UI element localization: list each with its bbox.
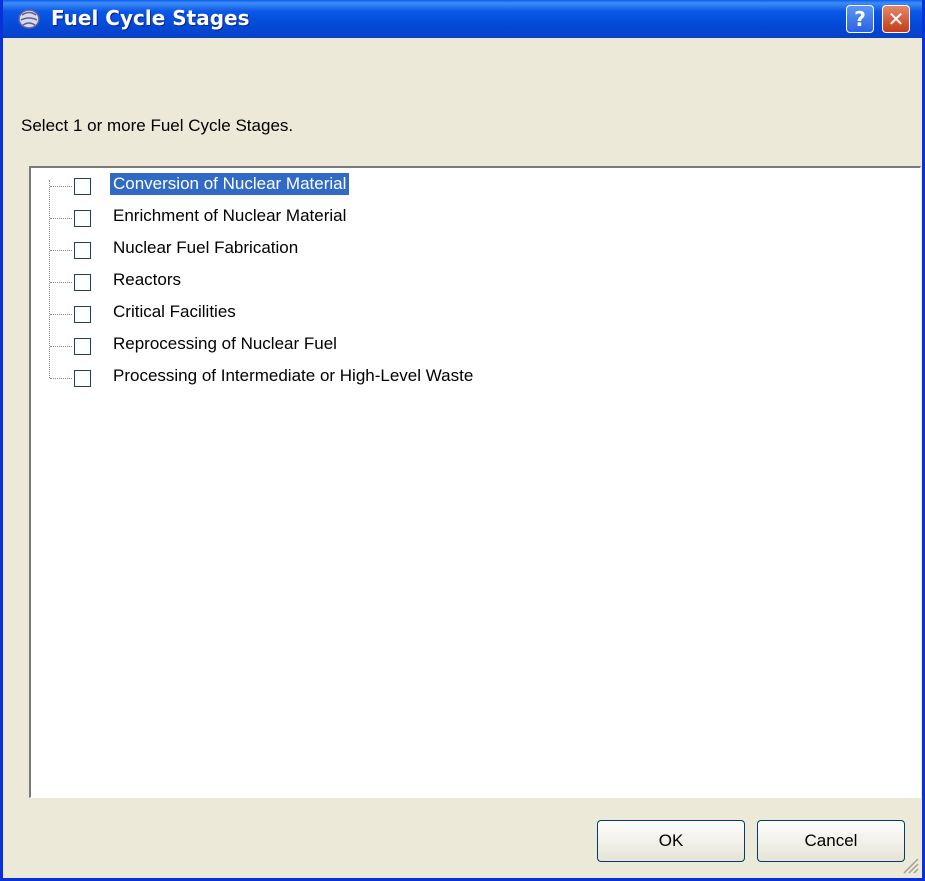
tree-branch-line [50,314,72,315]
tree-item-enrichment[interactable]: Enrichment of Nuclear Material [31,202,891,234]
stage-label[interactable]: Critical Facilities [110,301,239,323]
close-button[interactable]: ✕ [882,5,910,33]
title-bar[interactable]: Fuel Cycle Stages ? ✕ [3,0,922,38]
tree-item-critical-facilities[interactable]: Critical Facilities [31,298,891,330]
tree-branch-line [50,346,72,347]
tree-branch-line [50,186,72,187]
stage-label[interactable]: Processing of Intermediate or High-Level… [110,365,476,387]
instruction-text: Select 1 or more Fuel Cycle Stages. [21,116,294,135]
help-button[interactable]: ? [846,5,874,33]
stage-checkbox[interactable] [74,306,91,323]
resize-grip-icon[interactable] [901,856,919,874]
app-logo-icon [17,8,41,30]
stages-tree[interactable]: Conversion of Nuclear Material Enrichmen… [29,166,921,798]
stage-checkbox[interactable] [74,178,91,195]
tree-item-fuel-fabrication[interactable]: Nuclear Fuel Fabrication [31,234,891,266]
stage-checkbox[interactable] [74,370,91,387]
cancel-button[interactable]: Cancel [757,820,905,862]
tree-item-reactors[interactable]: Reactors [31,266,891,298]
tree-item-reprocessing[interactable]: Reprocessing of Nuclear Fuel [31,330,891,362]
tree-branch-line [50,282,72,283]
stage-checkbox[interactable] [74,242,91,259]
ok-button[interactable]: OK [597,820,745,862]
tree-item-waste-processing[interactable]: Processing of Intermediate or High-Level… [31,362,891,394]
window-title: Fuel Cycle Stages [51,6,250,30]
tree-branch-line [50,218,72,219]
stage-label[interactable]: Nuclear Fuel Fabrication [110,237,301,259]
stage-checkbox[interactable] [74,210,91,227]
stage-label[interactable]: Reactors [110,269,184,291]
fuel-cycle-stages-dialog: Fuel Cycle Stages ? ✕ Select 1 or more F… [0,0,925,881]
stage-checkbox[interactable] [74,274,91,291]
tree-item-conversion[interactable]: Conversion of Nuclear Material [31,170,891,202]
stage-label[interactable]: Enrichment of Nuclear Material [110,205,349,227]
stage-checkbox[interactable] [74,338,91,355]
tree-branch-line [50,250,72,251]
tree-branch-line [50,378,72,379]
stage-label[interactable]: Conversion of Nuclear Material [110,173,350,195]
stage-label[interactable]: Reprocessing of Nuclear Fuel [110,333,340,355]
